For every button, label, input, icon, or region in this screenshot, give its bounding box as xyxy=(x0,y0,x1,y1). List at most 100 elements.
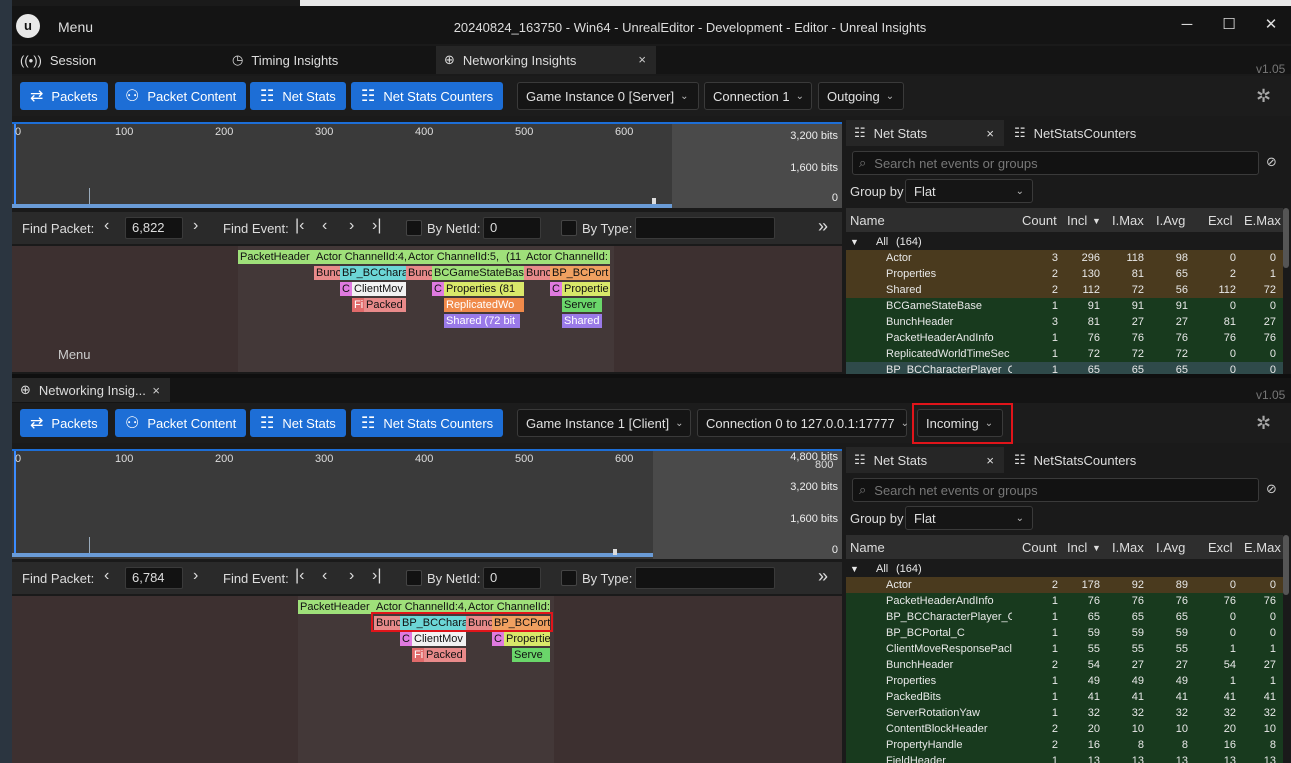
stats-row[interactable]: Properties 1 49 49 49 1 1 xyxy=(846,673,1283,689)
main-menu[interactable]: Menu xyxy=(58,19,93,35)
col-incl[interactable]: Incl xyxy=(1067,540,1087,555)
stats-row[interactable]: ServerRotationYaw 1 32 32 32 32 32 xyxy=(846,705,1283,721)
net-stats-counters-button[interactable]: ☷ Net Stats Counters xyxy=(351,82,504,110)
event-actor-channel[interactable]: (11 xyxy=(504,250,524,264)
game-instance-dropdown[interactable]: Game Instance 0 [Server] ⌄ xyxy=(517,82,699,110)
packet-content-view[interactable]: PacketHeader Actor ChannelId:4, Actor Ch… xyxy=(12,596,842,763)
stats-row[interactable]: Properties 2 130 81 65 2 1 xyxy=(846,266,1283,282)
prev-packet-icon[interactable]: ‹ xyxy=(104,567,109,585)
packet-content-button[interactable]: ⚇ Packet Content xyxy=(115,409,247,437)
col-emax[interactable]: E.Max xyxy=(1244,540,1281,555)
tab-timing-insights[interactable]: ◷ Timing Insights xyxy=(224,46,434,74)
connection-dropdown[interactable]: Connection 1 ⌄ xyxy=(704,82,812,110)
prev-event-icon[interactable]: ‹ xyxy=(322,567,327,585)
prev-packet-icon[interactable]: ‹ xyxy=(104,217,109,235)
col-imax[interactable]: I.Max xyxy=(1112,540,1144,555)
close-tab-icon[interactable]: × xyxy=(986,126,994,141)
search-input[interactable]: ⌕ Search net events or groups xyxy=(852,151,1259,175)
next-packet-icon[interactable]: › xyxy=(193,567,198,585)
last-event-icon[interactable]: ›| xyxy=(372,567,381,585)
event-packed[interactable]: Packed xyxy=(424,648,466,662)
netid-input[interactable]: 0 xyxy=(483,567,541,589)
event-bp-bccharacter[interactable]: BP_BCChara xyxy=(340,266,406,280)
event-shared[interactable]: Shared xyxy=(562,314,602,328)
event-properties[interactable]: Propertie xyxy=(504,632,550,646)
event-clientmove[interactable]: ClientMov xyxy=(352,282,406,296)
collapse-arrow-icon[interactable]: ▼ xyxy=(850,234,859,250)
event-bp-bcportal[interactable]: BP_BCPort xyxy=(550,266,610,280)
close-tab-icon[interactable]: × xyxy=(986,453,994,468)
tab-networking-insights[interactable]: ⊕ Networking Insights × xyxy=(436,46,656,74)
stats-row[interactable]: BP_BCCharacterPlayer_C 1 65 65 65 0 0 xyxy=(846,362,1283,374)
close-tab-icon[interactable]: × xyxy=(152,383,160,398)
event-bunch[interactable]: Bunc xyxy=(524,266,550,280)
collapse-arrow-icon[interactable]: ▼ xyxy=(850,561,859,577)
stats-row[interactable]: ReplicatedWorldTimeSec 1 72 72 72 0 0 xyxy=(846,346,1283,362)
stats-row[interactable]: BunchHeader 3 81 27 27 81 27 xyxy=(846,314,1283,330)
event-bcgamestatebase[interactable]: BCGameStateBas xyxy=(432,266,524,280)
tab-networking-insights-2[interactable]: ⊕ Networking Insig... × xyxy=(12,378,170,402)
event-packetheader[interactable]: PacketHeader xyxy=(298,600,374,614)
col-imax[interactable]: I.Max xyxy=(1112,213,1144,228)
packet-graph[interactable]: 0 100 200 300 400 500 600 3,200 bits 1,6… xyxy=(12,122,842,208)
group-by-dropdown[interactable]: Flat ⌄ xyxy=(905,506,1033,530)
close-tab-icon[interactable]: × xyxy=(638,52,646,67)
type-input[interactable] xyxy=(635,567,775,589)
event-field[interactable]: Fi xyxy=(412,648,424,662)
event-content[interactable]: C xyxy=(400,632,412,646)
by-netid-checkbox[interactable] xyxy=(406,570,422,586)
direction-dropdown[interactable]: Outgoing ⌄ xyxy=(818,82,904,110)
stats-row[interactable]: Actor 2 178 92 89 0 0 xyxy=(846,577,1283,593)
event-properties[interactable]: Propertie xyxy=(562,282,610,296)
col-name[interactable]: Name xyxy=(850,213,885,228)
col-count[interactable]: Count xyxy=(1022,213,1057,228)
event-content[interactable]: C xyxy=(432,282,444,296)
tab-net-stats[interactable]: ☷ Net Stats × xyxy=(846,120,1004,146)
clear-filter-icon[interactable]: ⊘ xyxy=(1266,154,1277,170)
event-server[interactable]: Server xyxy=(562,298,602,312)
event-actor-channel[interactable]: Actor ChannelId:4, xyxy=(314,250,406,264)
col-iavg[interactable]: I.Avg xyxy=(1156,213,1185,228)
game-instance-dropdown[interactable]: Game Instance 1 [Client] ⌄ xyxy=(517,409,691,437)
settings-gear-icon[interactable]: ✲ xyxy=(1256,413,1271,434)
stats-row[interactable]: BCGameStateBase 1 91 91 91 0 0 xyxy=(846,298,1283,314)
stats-row[interactable]: PacketHeaderAndInfo 1 76 76 76 76 76 xyxy=(846,593,1283,609)
by-type-checkbox[interactable] xyxy=(561,220,577,236)
prev-event-icon[interactable]: ‹ xyxy=(322,217,327,235)
expand-icon[interactable]: » xyxy=(818,216,828,237)
first-event-icon[interactable]: |‹ xyxy=(295,567,304,585)
col-iavg[interactable]: I.Avg xyxy=(1156,540,1185,555)
event-packetheader[interactable]: PacketHeader xyxy=(238,250,314,264)
stats-row[interactable]: ClientMoveResponsePacl 1 55 55 55 1 1 xyxy=(846,641,1283,657)
group-all-row[interactable]: ▼ All (164) xyxy=(846,234,1283,250)
find-packet-input[interactable]: 6,822 xyxy=(125,217,183,239)
tab-net-stats[interactable]: ☷ Net Stats × xyxy=(846,447,1004,473)
packet-content-view[interactable]: PacketHeader Actor ChannelId:4, Actor Ch… xyxy=(12,246,842,372)
by-type-checkbox[interactable] xyxy=(561,570,577,586)
col-name[interactable]: Name xyxy=(850,540,885,555)
stats-row[interactable]: FieldHeader 1 13 13 13 13 13 xyxy=(846,753,1283,763)
expand-icon[interactable]: » xyxy=(818,566,828,587)
event-bunch[interactable]: Bunc xyxy=(406,266,432,280)
event-field[interactable]: Fi xyxy=(352,298,364,312)
stats-row[interactable]: PropertyHandle 2 16 8 8 16 8 xyxy=(846,737,1283,753)
event-actor-channel[interactable]: Actor ChannelId: xyxy=(524,250,610,264)
event-content[interactable]: C xyxy=(340,282,352,296)
stats-row[interactable]: Shared 2 112 72 56 112 72 xyxy=(846,282,1283,298)
type-input[interactable] xyxy=(635,217,775,239)
event-server[interactable]: Serve xyxy=(512,648,550,662)
event-actor-channel[interactable]: Actor ChannelId:5, xyxy=(406,250,504,264)
group-by-dropdown[interactable]: Flat ⌄ xyxy=(905,179,1033,203)
netid-input[interactable]: 0 xyxy=(483,217,541,239)
tab-net-stats-counters[interactable]: ☷ NetStatsCounters xyxy=(1006,120,1166,146)
tab-net-stats-counters[interactable]: ☷ NetStatsCounters xyxy=(1006,447,1166,473)
by-netid-checkbox[interactable] xyxy=(406,220,422,236)
col-excl[interactable]: Excl xyxy=(1208,213,1233,228)
stats-scrollbar[interactable] xyxy=(1283,208,1289,268)
next-event-icon[interactable]: › xyxy=(349,217,354,235)
stats-row[interactable]: ContentBlockHeader 2 20 10 10 20 10 xyxy=(846,721,1283,737)
stats-row[interactable]: BP_BCPortal_C 1 59 59 59 0 0 xyxy=(846,625,1283,641)
next-packet-icon[interactable]: › xyxy=(193,217,198,235)
stats-scrollbar[interactable] xyxy=(1283,535,1289,595)
col-incl[interactable]: Incl xyxy=(1067,213,1087,228)
